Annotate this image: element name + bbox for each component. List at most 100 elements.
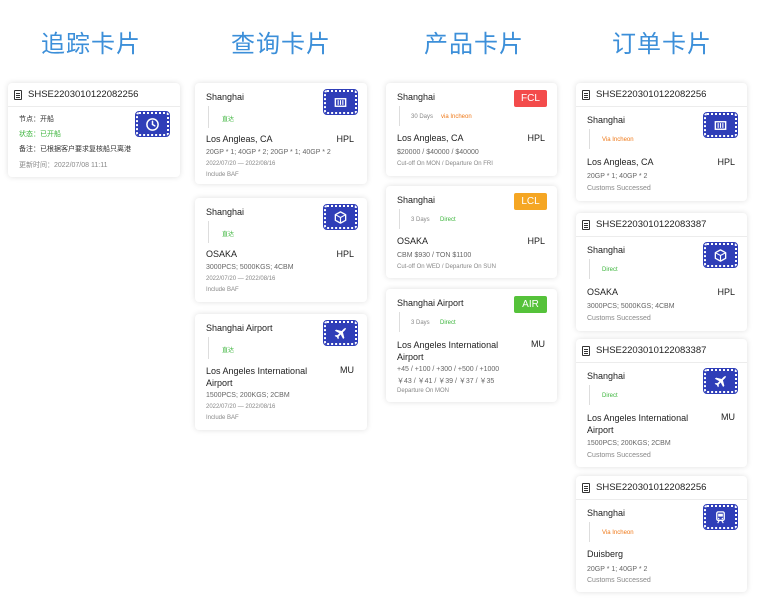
price-note: Include BAF — [206, 415, 239, 421]
query-card[interactable]: Shanghai 直达 Los Angleas, CA HPL 20GP * 1… — [195, 83, 367, 184]
carrier-code: HPL — [336, 249, 354, 259]
document-icon — [14, 89, 22, 100]
origin-port: Shanghai — [587, 508, 626, 518]
date-range: 2022/07/20 — 2022/08/16 — [206, 161, 276, 167]
order-card[interactable]: SHSE2203010122083387 Shanghai Direct Los… — [576, 339, 747, 467]
order-number: SHSE2203010122082256 — [596, 89, 707, 100]
order-number: SHSE2203010122082256 — [28, 89, 139, 100]
route-type: Direct — [602, 393, 618, 399]
destination-port: OSAKA — [587, 287, 619, 297]
order-card[interactable]: SHSE2203010122082256 Shanghai Via Incheo… — [576, 83, 747, 201]
carrier-code: MU — [340, 365, 354, 375]
date-range: 2022/07/20 — 2022/08/16 — [206, 404, 276, 410]
product-card[interactable]: Shanghai 30 Days via Incheon Los Angleas… — [386, 83, 557, 176]
weight-breaks: +45 / +100 / +300 / +500 / +1000 — [397, 366, 500, 373]
destination-port: Los Angleas, CA — [587, 157, 654, 167]
carrier-code: MU — [531, 339, 545, 349]
cargo-spec: 20GP * 1; 40GP * 2 — [587, 566, 648, 573]
document-icon — [582, 345, 590, 356]
cargo-spec: 1500PCS; 200KGS; 2CBM — [206, 392, 290, 399]
order-number: SHSE2203010122082256 — [596, 482, 707, 493]
destination-port: Los Angeles International Airport — [206, 366, 308, 388]
origin-port: Shanghai — [587, 115, 626, 125]
date-range: 2022/07/20 — 2022/08/16 — [206, 276, 276, 282]
carrier-code: HPL — [717, 157, 735, 167]
price-note: Include BAF — [206, 287, 239, 293]
product-card[interactable]: Shanghai Airport 3 Days Direct Los Angel… — [386, 289, 557, 402]
air-tag: AIR — [514, 296, 547, 313]
carrier-code: HPL — [527, 133, 545, 143]
tracking-card[interactable]: SHSE2203010122082256 节点：开船 状态：已开船 备注：已根据… — [8, 83, 180, 177]
route-type: Via Incheon — [602, 137, 634, 143]
route-type: 直达 — [222, 117, 235, 123]
origin-port: Shanghai — [397, 195, 436, 205]
lcl-tag: LCL — [514, 193, 547, 210]
order-status: Customs Successed — [587, 185, 651, 192]
rate-list: ￥43 / ￥41 / ￥39 / ￥37 / ￥35 — [397, 378, 495, 385]
origin-port: Shanghai Airport — [397, 298, 464, 308]
remark-text: 备注：已根据客户要求复核船只离港 — [19, 146, 131, 153]
order-status: Customs Successed — [587, 577, 651, 584]
carrier-code: HPL — [527, 236, 545, 246]
price-note: Include BAF — [206, 172, 239, 178]
cargo-spec: 20GP * 1; 40GP * 2 — [587, 173, 648, 180]
fcl-tag: FCL — [514, 90, 547, 107]
route-type: via Incheon — [441, 114, 472, 120]
clock-icon — [135, 111, 170, 137]
destination-port: Los Angleas, CA — [397, 133, 464, 143]
route-type: Direct — [440, 217, 456, 223]
query-card[interactable]: Shanghai 直达 OSAKA HPL 3000PCS; 5000KGS; … — [195, 198, 367, 302]
order-card-title: 订单卡片 — [612, 30, 712, 58]
origin-port: Shanghai — [587, 371, 626, 381]
order-status: Customs Successed — [587, 315, 651, 322]
box-icon — [323, 204, 358, 230]
origin-port: Shanghai — [206, 207, 245, 217]
document-icon — [582, 482, 590, 493]
box-icon — [703, 242, 738, 268]
cargo-spec: 3000PCS; 5000KGS; 4CBM — [587, 303, 675, 310]
document-icon — [582, 219, 590, 230]
transit-days: 3 Days — [411, 217, 430, 223]
destination-port: Los Angleas, CA — [206, 134, 273, 144]
tracking-card-title: 追踪卡片 — [41, 30, 141, 58]
plane-icon — [703, 368, 738, 394]
destination-port: Los Angeles International Airport — [587, 413, 689, 435]
route-type: 直达 — [222, 348, 235, 354]
cargo-spec: 3000PCS; 5000KGS; 4CBM — [206, 264, 294, 271]
origin-port: Shanghai — [587, 245, 626, 255]
status-text: 状态：已开船 — [19, 131, 61, 138]
order-number: SHSE2203010122083387 — [596, 219, 707, 230]
updated-time: 更新时间：2022/07/08 11:11 — [19, 162, 108, 169]
plane-icon — [323, 320, 358, 346]
document-icon — [582, 89, 590, 100]
transit-days: 30 Days — [411, 114, 434, 120]
node-text: 节点：开船 — [19, 116, 54, 123]
destination-port: OSAKA — [206, 249, 238, 259]
order-status: Customs Successed — [587, 452, 651, 459]
destination-port: OSAKA — [397, 236, 429, 246]
container-icon — [703, 112, 738, 138]
order-card[interactable]: SHSE2203010122083387 Shanghai Direct OSA… — [576, 213, 747, 331]
destination-port: Los Angeles International Airport — [397, 340, 499, 362]
cargo-spec: 20GP * 1; 40GP * 2; 20GP * 1; 40GP * 2 — [206, 149, 331, 156]
origin-port: Shanghai — [206, 92, 245, 102]
order-number: SHSE2203010122083387 — [596, 345, 707, 356]
carrier-code: MU — [721, 412, 735, 422]
origin-port: Shanghai — [397, 92, 436, 102]
product-card[interactable]: Shanghai 3 Days Direct OSAKA HPL CBM $93… — [386, 186, 557, 278]
transit-days: 3 Days — [411, 320, 430, 326]
price-list: $20000 / $40000 / $40000 — [397, 149, 479, 156]
route-type: Direct — [440, 320, 456, 326]
train-icon — [703, 504, 738, 530]
query-card-title: 查询卡片 — [231, 30, 331, 58]
schedule: Departure On MON — [397, 388, 450, 394]
route-type: Via Incheon — [602, 530, 634, 536]
container-icon — [323, 89, 358, 115]
query-card[interactable]: Shanghai Airport 直达 Los Angeles Internat… — [195, 314, 367, 430]
schedule: Cut-off On MON / Departure On FRI — [397, 161, 493, 167]
destination-port: Duisberg — [587, 549, 624, 559]
order-card[interactable]: SHSE2203010122082256 Shanghai Via Incheo… — [576, 476, 747, 592]
origin-port: Shanghai Airport — [206, 323, 273, 333]
price-list: CBM $930 / TON $1100 — [397, 252, 472, 259]
schedule: Cut-off On WED / Departure On SUN — [397, 264, 496, 270]
